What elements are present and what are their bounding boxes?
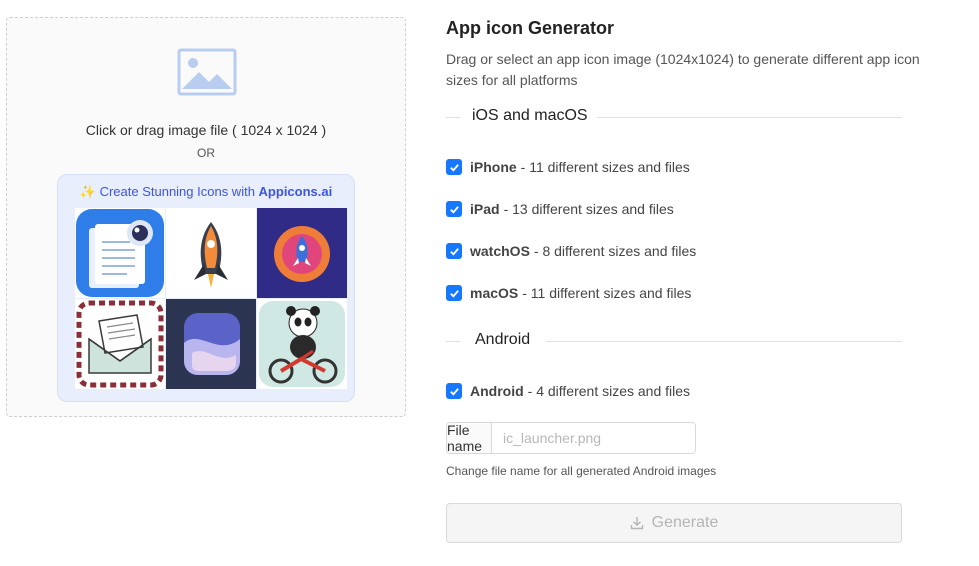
rocket-app-icon [166, 208, 256, 298]
platform-detail: - 13 different sizes and files [503, 201, 674, 217]
generate-button[interactable]: Generate [446, 503, 902, 543]
appicons-promo-card[interactable]: ✨ Create Stunning Icons with Appicons.ai [57, 174, 355, 402]
section-divider-ios: iOS and macOS [446, 107, 902, 127]
or-separator: OR [197, 146, 215, 160]
checkbox-ipad[interactable]: iPad - 13 different sizes and files [446, 199, 674, 219]
platform-detail: - 4 different sizes and files [527, 383, 691, 399]
promo-prefix: ✨ Create Stunning Icons with [79, 184, 259, 199]
icon-sample-grid [75, 208, 347, 390]
platform-name: watchOS [470, 243, 530, 259]
filename-input[interactable] [492, 423, 695, 453]
section-label-ios: iOS and macOS [462, 107, 598, 125]
checkbox-checked-icon[interactable] [446, 243, 462, 259]
checkbox-iphone[interactable]: iPhone - 11 different sizes and files [446, 157, 690, 177]
promo-heading[interactable]: ✨ Create Stunning Icons with Appicons.ai [58, 184, 354, 200]
checkbox-checked-icon[interactable] [446, 201, 462, 217]
checkbox-macos[interactable]: macOS - 11 different sizes and files [446, 283, 691, 303]
panda-bike-app-icon [257, 299, 347, 389]
platform-name: macOS [470, 285, 519, 301]
generator-panel: App icon Generator Drag or select an app… [446, 0, 920, 566]
generate-label: Generate [651, 514, 719, 531]
download-icon [630, 517, 643, 530]
page-title: App icon Generator [446, 18, 615, 38]
page-description: Drag or select an app icon image (1024x1… [446, 51, 920, 88]
checkbox-checked-icon[interactable] [446, 159, 462, 175]
filename-label: File name [447, 423, 492, 453]
platform-detail: - 11 different sizes and files [520, 159, 690, 175]
platform-name: iPhone [470, 159, 517, 175]
image-dropzone[interactable]: Click or drag image file ( 1024 x 1024 )… [6, 17, 406, 417]
checkbox-android[interactable]: Android - 4 different sizes and files [446, 381, 690, 401]
platform-detail: - 11 different sizes and files [522, 285, 692, 301]
abstract-wave-app-icon [166, 299, 256, 389]
checkbox-checked-icon[interactable] [446, 285, 462, 301]
notes-camera-app-icon [75, 208, 165, 298]
dropzone-prompt: Click or drag image file ( 1024 x 1024 ) [85, 122, 327, 138]
section-label-android: Android [465, 331, 541, 349]
image-placeholder-icon [177, 48, 237, 96]
checkbox-watchos[interactable]: watchOS - 8 different sizes and files [446, 241, 696, 261]
platform-name: iPad [470, 201, 500, 217]
envelope-app-icon [75, 299, 165, 389]
rocket-circle-app-icon [257, 208, 347, 298]
checkbox-checked-icon[interactable] [446, 383, 462, 399]
platform-detail: - 8 different sizes and files [533, 243, 697, 259]
section-divider-android: Android [446, 331, 902, 351]
platform-name: Android [470, 383, 524, 399]
promo-brand: Appicons.ai [258, 184, 333, 199]
android-filename-group: File name [446, 422, 696, 454]
filename-hint: Change file name for all generated Andro… [446, 464, 717, 478]
